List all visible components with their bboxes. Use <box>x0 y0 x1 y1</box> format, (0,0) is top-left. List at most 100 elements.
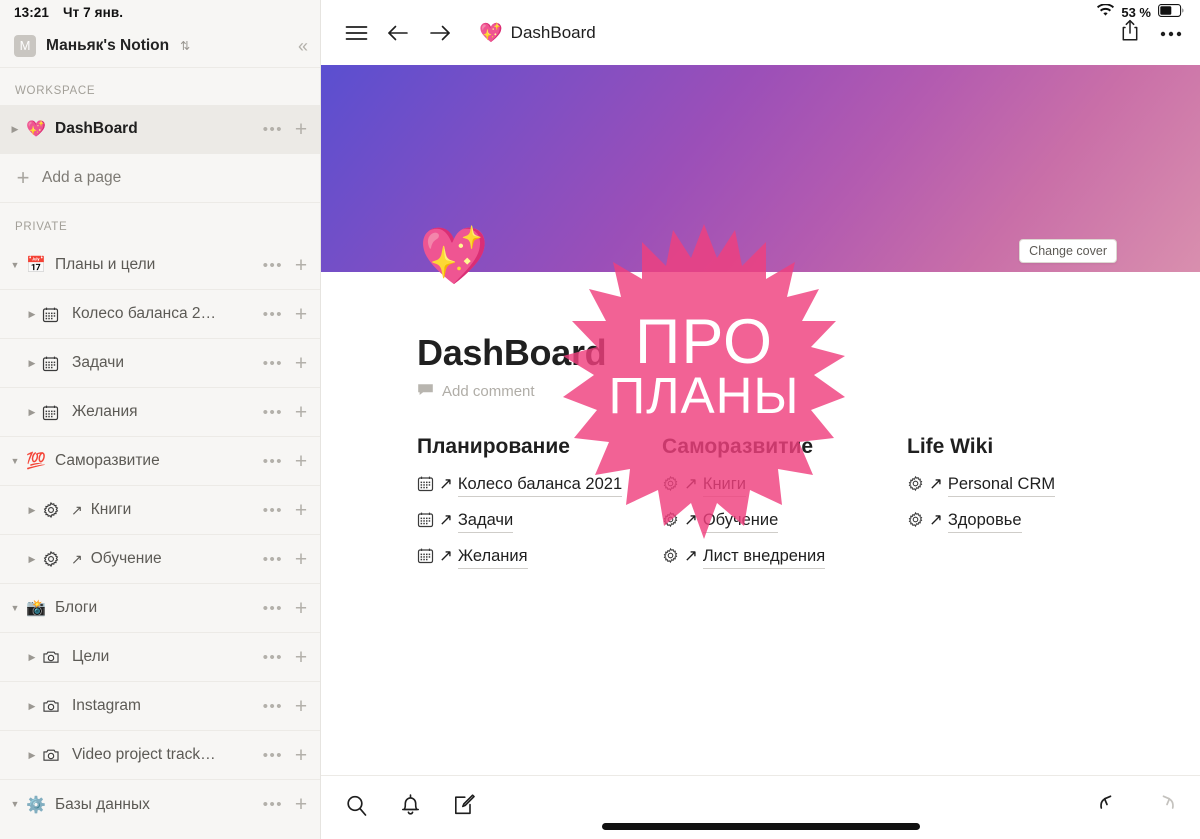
plus-icon[interactable]: + <box>292 549 310 570</box>
ellipsis-icon[interactable]: ••• <box>263 307 292 322</box>
chevron-right-icon[interactable]: ▶ <box>22 554 42 564</box>
gear-icon <box>42 550 64 568</box>
chevron-right-icon[interactable]: ▶ <box>5 124 25 134</box>
plus-icon[interactable]: + <box>292 402 310 423</box>
link-label: Желания <box>457 545 528 570</box>
link-item[interactable]: ↗ Лист внедрения <box>662 545 907 570</box>
sidebar-item-celi[interactable]: ▶ Цели ••• + <box>0 633 320 682</box>
ellipsis-icon[interactable]: ••• <box>263 405 292 420</box>
link-item[interactable]: ↗ Обучение <box>662 509 907 534</box>
plus-icon[interactable]: + <box>292 255 310 276</box>
sidebar-item-instagram[interactable]: ▶ Instagram ••• + <box>0 682 320 731</box>
arrow-upright-icon: ↗ <box>929 511 943 530</box>
plus-icon[interactable]: + <box>292 119 310 140</box>
gear-icon <box>662 547 679 564</box>
link-item[interactable]: ↗ Колесо баланса 2021 <box>417 473 662 498</box>
sidebar-item-plany-i-celi[interactable]: ▼ 📅 Планы и цели ••• + <box>0 241 320 290</box>
wifi-icon <box>1097 3 1115 20</box>
sidebar-item-dashboard[interactable]: ▶ 💖 DashBoard ••• + <box>0 105 320 154</box>
ellipsis-icon[interactable] <box>1160 24 1182 42</box>
workspace-avatar: M <box>14 34 36 57</box>
chevron-down-icon[interactable]: ▼ <box>5 603 25 613</box>
link-item[interactable]: ↗ Задачи <box>417 509 662 534</box>
plus-icon[interactable]: + <box>292 304 310 325</box>
sidebar-item-label: Базы данных <box>55 795 150 813</box>
chevron-right-icon[interactable]: ▶ <box>22 358 42 368</box>
plus-icon[interactable]: + <box>292 451 310 472</box>
redo-icon <box>1152 794 1176 821</box>
plus-icon[interactable]: + <box>292 696 310 717</box>
ellipsis-icon[interactable]: ••• <box>263 503 292 518</box>
ellipsis-icon[interactable]: ••• <box>263 454 292 469</box>
sidebar-item-knigi[interactable]: ▶ ↗ Книги ••• + <box>0 486 320 535</box>
sidebar-item-zhelaniya[interactable]: ▶ Желания ••• + <box>0 388 320 437</box>
arrow-upright-icon: ↗ <box>439 475 453 493</box>
gear-icon <box>662 475 679 492</box>
workspace-switcher[interactable]: M Маньяк's Notion ⇅ « <box>0 24 320 68</box>
sidebar-item-label: Книги <box>90 501 132 518</box>
change-cover-button[interactable]: Change cover <box>1019 239 1117 263</box>
chevron-right-icon[interactable]: ▶ <box>22 505 42 515</box>
link-label: Лист внедрения <box>702 545 826 570</box>
collapse-sidebar-icon[interactable]: « <box>298 37 308 55</box>
breadcrumb[interactable]: 💖 DashBoard <box>479 21 596 45</box>
camera-icon <box>42 746 64 764</box>
add-a-page-button[interactable]: + Add a page <box>0 154 320 203</box>
sidebar-item-blogi[interactable]: ▼ 📸 Блоги ••• + <box>0 584 320 633</box>
link-label: Здоровье <box>947 509 1022 534</box>
plus-icon[interactable]: + <box>292 598 310 619</box>
sidebar-item-samorazvitie[interactable]: ▼ 💯 Саморазвитие ••• + <box>0 437 320 486</box>
link-item[interactable]: ↗ Книги <box>662 473 907 498</box>
workspace-name: Маньяк's Notion <box>46 36 170 54</box>
chevron-right-icon[interactable]: ▶ <box>22 407 42 417</box>
ellipsis-icon[interactable]: ••• <box>263 356 292 371</box>
sidebar-item-video-project-tracker[interactable]: ▶ Video project track… ••• + <box>0 731 320 780</box>
arrow-upright-icon: ↗ <box>929 475 943 493</box>
plus-icon[interactable]: + <box>292 500 310 521</box>
chevron-right-icon[interactable]: ▶ <box>22 309 42 319</box>
search-icon[interactable] <box>345 794 368 822</box>
sidebar-item-bazy-dannyh[interactable]: ▼ ⚙️ Базы данных ••• + <box>0 780 320 829</box>
chevron-down-icon[interactable]: ▼ <box>5 800 25 809</box>
bell-icon[interactable] <box>400 793 421 822</box>
plus-icon[interactable]: + <box>292 353 310 374</box>
plus-icon[interactable]: + <box>292 794 310 815</box>
camera-icon <box>42 648 64 666</box>
sidebar-item-obuchenie[interactable]: ▶ ↗ Обучение ••• + <box>0 535 320 584</box>
plus-icon[interactable]: + <box>292 647 310 668</box>
link-item[interactable]: ↗ Personal CRM <box>907 473 1167 498</box>
undo-icon[interactable] <box>1098 794 1122 821</box>
ellipsis-icon[interactable]: ••• <box>263 258 292 273</box>
arrow-left-icon[interactable] <box>387 24 429 42</box>
page-icon-sparkling-heart-icon[interactable]: 💖 <box>419 228 489 284</box>
add-comment-button[interactable]: Add comment <box>417 382 1200 401</box>
column-title: Саморазвитие <box>662 435 814 458</box>
compose-icon[interactable] <box>453 793 475 822</box>
ellipsis-icon[interactable]: ••• <box>263 699 292 714</box>
page-body: 💖 DashBoard Add comment Планирование ↗ К… <box>321 228 1200 581</box>
sidebar-item-koleso-balansa[interactable]: ▶ Колесо баланса 2… ••• + <box>0 290 320 339</box>
add-a-page-label: Add a page <box>42 169 122 186</box>
hamburger-menu-icon[interactable] <box>345 24 387 42</box>
arrow-right-icon[interactable] <box>429 24 471 42</box>
ellipsis-icon[interactable]: ••• <box>263 122 292 137</box>
sidebar-item-zadachi[interactable]: ▶ Задачи ••• + <box>0 339 320 388</box>
ellipsis-icon[interactable]: ••• <box>263 650 292 665</box>
chevron-right-icon[interactable]: ▶ <box>22 701 42 711</box>
page-title[interactable]: DashBoard <box>417 272 1200 374</box>
ellipsis-icon[interactable]: ••• <box>263 797 292 812</box>
ellipsis-icon[interactable]: ••• <box>263 552 292 567</box>
link-item[interactable]: ↗ Желания <box>417 545 662 570</box>
arrow-upright-icon: ↗ <box>71 550 83 567</box>
column-planirovanie: Планирование ↗ Колесо баланса 2021 ↗ Зад… <box>417 435 662 581</box>
chevron-down-icon[interactable]: ▼ <box>5 456 25 466</box>
comment-icon <box>417 382 434 401</box>
plus-icon[interactable]: + <box>292 745 310 766</box>
ellipsis-icon[interactable]: ••• <box>263 601 292 616</box>
calendar-grid-icon <box>42 404 64 421</box>
link-item[interactable]: ↗ Здоровье <box>907 509 1167 534</box>
chevron-right-icon[interactable]: ▶ <box>22 750 42 760</box>
ellipsis-icon[interactable]: ••• <box>263 748 292 763</box>
chevron-right-icon[interactable]: ▶ <box>22 652 42 662</box>
chevron-down-icon[interactable]: ▼ <box>5 260 25 270</box>
